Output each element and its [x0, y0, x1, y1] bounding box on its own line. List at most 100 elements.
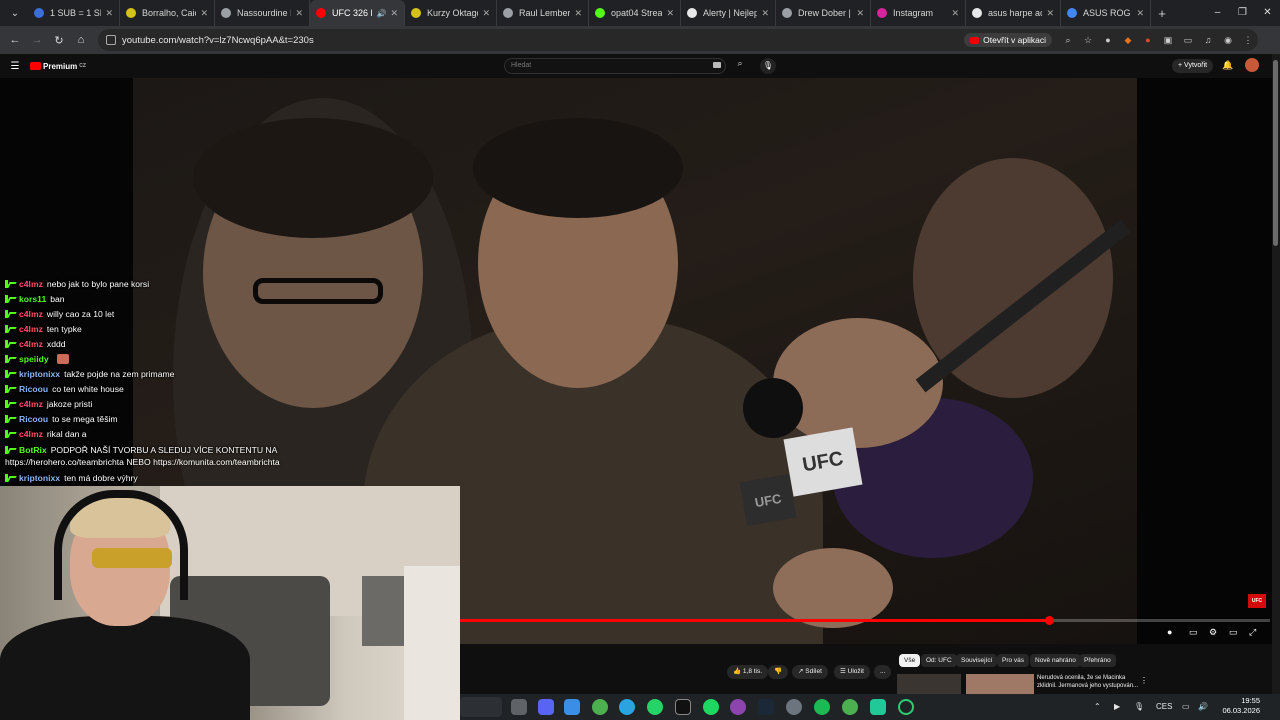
- chrome-icon[interactable]: [592, 699, 608, 715]
- tab-search-chevron-icon[interactable]: ⌄: [4, 2, 26, 24]
- tab-close-icon[interactable]: ✕: [1042, 8, 1054, 19]
- tab-3[interactable]: Nassourdine Im✕: [215, 0, 310, 26]
- obs-icon[interactable]: [870, 699, 886, 715]
- tab-close-icon[interactable]: ✕: [757, 8, 769, 19]
- tab-2[interactable]: Borralho, Caio ✕: [120, 0, 215, 26]
- app-ring-icon[interactable]: [898, 699, 914, 715]
- account-avatar[interactable]: [1245, 58, 1259, 72]
- filter-chip[interactable]: Pro vás: [997, 654, 1030, 667]
- related-thumbnail-2[interactable]: [966, 674, 1034, 694]
- tab-4[interactable]: UFC 326 Pr 🔊✕: [310, 0, 405, 26]
- tab-close-icon[interactable]: ✕: [852, 8, 864, 19]
- tab-10[interactable]: Instagram ✕: [871, 0, 966, 26]
- spotify-icon[interactable]: [814, 699, 830, 715]
- omnibox[interactable]: youtube.com/watch?v=lz7Ncwq6pAA&t=230s O…: [98, 29, 1258, 51]
- zoom-icon[interactable]: ⌕: [1058, 35, 1078, 46]
- tray-app-icon[interactable]: ▶: [1114, 694, 1120, 720]
- search-input[interactable]: Hledat: [504, 58, 726, 74]
- telegram-icon[interactable]: [619, 699, 635, 715]
- tab-close-icon[interactable]: ✕: [1132, 8, 1144, 19]
- back-arrow-icon[interactable]: ←: [4, 34, 26, 46]
- tray-mic-icon[interactable]: 🎙: [1134, 694, 1144, 720]
- filter-chip[interactable]: Nově nahráno: [1030, 654, 1081, 667]
- filter-chip[interactable]: Související: [956, 654, 998, 667]
- chrome-2-icon[interactable]: [842, 699, 858, 715]
- like-button[interactable]: 👍 1,8 tis.: [727, 665, 769, 679]
- page-scrollbar-thumb[interactable]: [1273, 60, 1278, 246]
- tab-9[interactable]: Drew Dober | T✕: [776, 0, 871, 26]
- video-progress-bar[interactable]: [460, 616, 1270, 625]
- app-purple-icon[interactable]: [730, 699, 746, 715]
- tab-7[interactable]: opat04 Stream✕: [589, 0, 681, 26]
- language-indicator[interactable]: CES: [1156, 694, 1172, 720]
- forward-arrow-icon[interactable]: →: [26, 34, 48, 46]
- extension-2-icon[interactable]: ◆: [1118, 35, 1138, 46]
- new-tab-button[interactable]: +: [1151, 6, 1173, 21]
- related-thumbnail-1[interactable]: [897, 674, 961, 694]
- steam-icon[interactable]: [758, 699, 774, 715]
- volume-icon[interactable]: 🔊: [1198, 694, 1208, 720]
- tab-close-icon[interactable]: ✕: [101, 8, 113, 19]
- filter-chip[interactable]: Vše: [899, 654, 921, 667]
- taskbar-search[interactable]: [460, 697, 502, 717]
- tab-11[interactable]: asus harpe ace✕: [966, 0, 1061, 26]
- capcut-icon[interactable]: [675, 699, 691, 715]
- whatsapp-icon[interactable]: [647, 699, 663, 715]
- open-in-app-button[interactable]: Otevřít v aplikaci: [964, 33, 1052, 47]
- share-button[interactable]: ↗ Sdílet: [792, 665, 828, 679]
- url-text[interactable]: youtube.com/watch?v=lz7Ncwq6pAA&t=230s: [122, 35, 964, 46]
- create-button[interactable]: + Vytvořit: [1172, 59, 1214, 73]
- youtube-logo[interactable]: Premium CZ: [30, 62, 86, 71]
- tray-chevron-icon[interactable]: ⌃: [1094, 694, 1101, 720]
- menu-dots-icon[interactable]: ⋮: [1238, 35, 1258, 46]
- tab-audio-icon[interactable]: 🔊: [376, 9, 386, 18]
- extension-3-icon[interactable]: ●: [1138, 35, 1158, 45]
- network-icon[interactable]: ▭: [1182, 694, 1190, 720]
- tab-close-icon[interactable]: ✕: [478, 8, 490, 19]
- tab-close-icon[interactable]: ✕: [386, 8, 398, 19]
- notifications-bell-icon[interactable]: 🔔: [1222, 60, 1233, 71]
- related-menu-icon[interactable]: ⋮: [1140, 676, 1148, 685]
- channel-watermark[interactable]: UFC: [1248, 594, 1266, 608]
- tab-close-icon[interactable]: ✕: [570, 8, 582, 19]
- search-icon[interactable]: ⌕: [730, 58, 750, 74]
- close-window-icon[interactable]: ✕: [1255, 0, 1280, 26]
- profile-icon[interactable]: ◉: [1218, 35, 1238, 46]
- task-view-icon[interactable]: [511, 699, 527, 715]
- settings-icon[interactable]: [786, 699, 802, 715]
- minimize-icon[interactable]: –: [1205, 0, 1230, 26]
- subtitles-icon[interactable]: ▭: [1189, 627, 1198, 638]
- tab-close-icon[interactable]: ✕: [291, 8, 303, 19]
- side-panel-icon[interactable]: ▭: [1178, 35, 1198, 46]
- bookmark-star-icon[interactable]: ☆: [1078, 35, 1098, 46]
- progress-scrubber[interactable]: [1044, 616, 1054, 625]
- extension-1-icon[interactable]: ●: [1098, 35, 1118, 45]
- tab-1[interactable]: 1 SUB = 1 SPIN✕: [28, 0, 120, 26]
- home-icon[interactable]: ⌂: [70, 34, 92, 46]
- voice-search-mic-icon[interactable]: 🎙: [760, 58, 776, 74]
- tab-12[interactable]: ASUS ROG Ha✕: [1061, 0, 1151, 26]
- tab-close-icon[interactable]: ✕: [947, 8, 959, 19]
- keyboard-icon[interactable]: [713, 62, 721, 68]
- autoplay-toggle-icon[interactable]: ●: [1167, 627, 1172, 637]
- media-icon[interactable]: ♫: [1198, 35, 1218, 45]
- tab-close-icon[interactable]: ✕: [662, 8, 674, 19]
- theater-mode-icon[interactable]: ▭: [1229, 627, 1238, 638]
- extensions-puzzle-icon[interactable]: ▣: [1158, 35, 1178, 46]
- tab-5[interactable]: Kurzy Oktagon✕: [405, 0, 497, 26]
- discord-icon[interactable]: [538, 699, 554, 715]
- site-info-icon[interactable]: [106, 35, 116, 45]
- tab-8[interactable]: Alerty | Nejlep ✕: [681, 0, 776, 26]
- filter-chip[interactable]: Přehráno: [1079, 654, 1116, 667]
- tab-6[interactable]: Raul Lembera ✕: [497, 0, 589, 26]
- more-actions-button[interactable]: ...: [874, 665, 892, 679]
- dislike-button[interactable]: 👎: [768, 665, 789, 679]
- explorer-icon[interactable]: [564, 699, 580, 715]
- tab-close-icon[interactable]: ✕: [196, 8, 208, 19]
- taskbar-clock[interactable]: 19:55 06.03.2026: [1216, 696, 1260, 716]
- maximize-icon[interactable]: ❐: [1230, 0, 1255, 26]
- app-green-icon[interactable]: [703, 699, 719, 715]
- settings-gear-icon[interactable]: ⚙: [1209, 627, 1217, 638]
- guide-menu-icon[interactable]: ☰: [0, 61, 30, 72]
- fullscreen-icon[interactable]: ⤢: [1249, 627, 1256, 638]
